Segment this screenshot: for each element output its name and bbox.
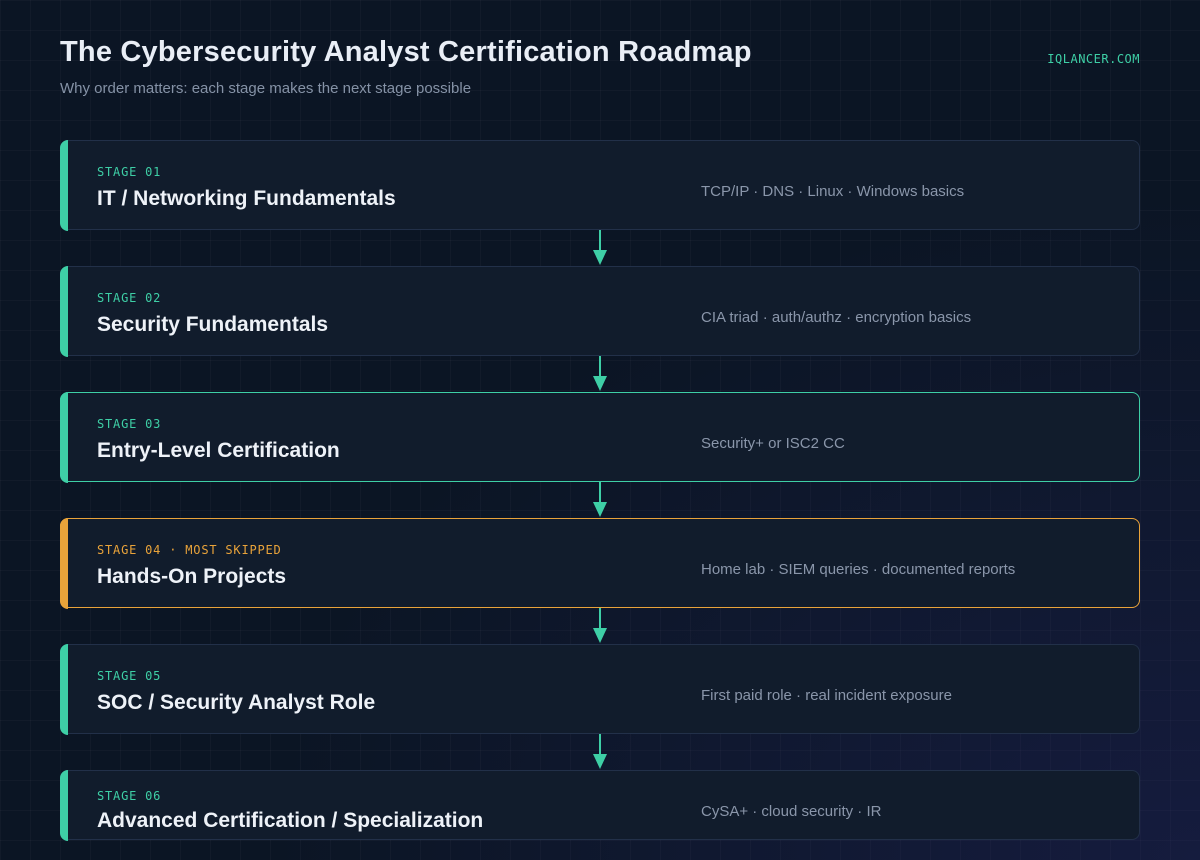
- down-arrow-icon: [593, 608, 607, 643]
- page-subtitle: Why order matters: each stage makes the …: [60, 80, 472, 97]
- stage-title: IT / Networking Fundamentals: [97, 187, 396, 210]
- stage-label: STAGE 01: [97, 165, 162, 179]
- stage-detail: CIA triad · auth/authz · encryption basi…: [701, 309, 972, 326]
- stage-card-04: STAGE 04 · MOST SKIPPED Hands-On Project…: [59, 517, 1140, 609]
- stage-title: SOC / Security Analyst Role: [97, 691, 376, 714]
- stage-card-01: STAGE 01 IT / Networking Fundamentals TC…: [59, 139, 1140, 231]
- stage-card-02: STAGE 02 Security Fundamentals CIA triad…: [59, 265, 1140, 357]
- stage-card-06: STAGE 06 Advanced Certification / Specia…: [59, 769, 1140, 841]
- stage-title: Entry-Level Certification: [97, 439, 340, 462]
- stage-detail: First paid role · real incident exposure: [701, 687, 952, 704]
- brand-label: IQLANCER.COM: [1047, 52, 1140, 66]
- stage-title: Hands-On Projects: [97, 565, 287, 588]
- stage-detail: TCP/IP · DNS · Linux · Windows basics: [701, 183, 965, 200]
- stage-label: STAGE 05: [97, 669, 162, 683]
- stage-card-05: STAGE 05 SOC / Security Analyst Role Fir…: [59, 643, 1140, 735]
- down-arrow-icon: [593, 734, 607, 769]
- stage-title: Advanced Certification / Specialization: [97, 809, 484, 832]
- page-title: The Cybersecurity Analyst Certification …: [60, 36, 752, 68]
- stage-accent-bar: [59, 139, 68, 231]
- stage-label: STAGE 03: [97, 417, 162, 431]
- stage-accent-bar: [59, 391, 68, 483]
- down-arrow-icon: [593, 230, 607, 265]
- stage-accent-bar: [59, 769, 68, 841]
- stage-detail: Security+ or ISC2 CC: [701, 435, 845, 452]
- stage-accent-bar: [59, 643, 68, 735]
- stage-detail: Home lab · SIEM queries · documented rep…: [701, 561, 1016, 578]
- down-arrow-icon: [593, 482, 607, 517]
- stage-accent-bar: [59, 517, 68, 609]
- down-arrow-icon: [593, 356, 607, 391]
- stage-label: STAGE 02: [97, 291, 162, 305]
- stage-title: Security Fundamentals: [97, 313, 329, 336]
- stage-label: STAGE 06: [97, 789, 162, 803]
- stage-label: STAGE 04 · MOST SKIPPED: [97, 543, 282, 557]
- stage-accent-bar: [59, 265, 68, 357]
- stage-card-03: STAGE 03 Entry-Level Certification Secur…: [59, 391, 1140, 483]
- stage-detail: CySA+ · cloud security · IR: [701, 803, 882, 820]
